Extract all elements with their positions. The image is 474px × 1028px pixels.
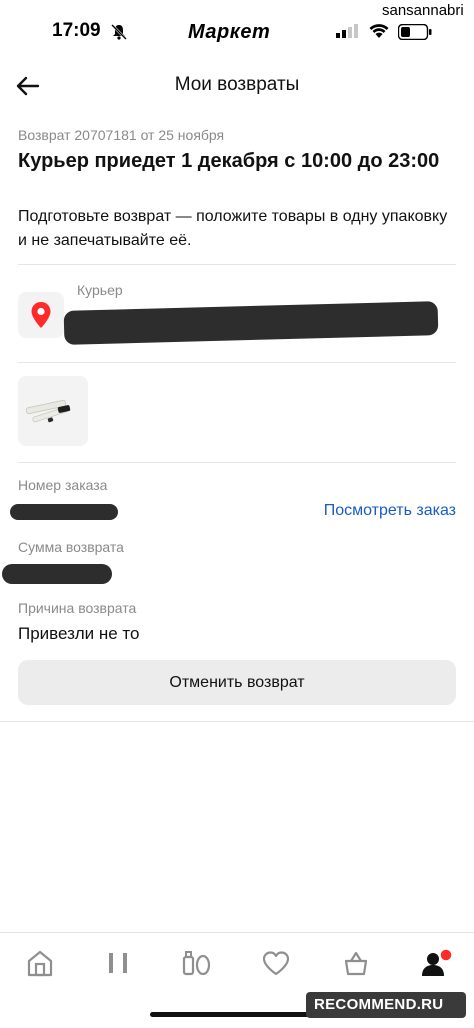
tab-profile[interactable] bbox=[418, 947, 454, 979]
status-bar: sansannabri 17:09 Маркет bbox=[0, 0, 474, 64]
catalog-icon bbox=[109, 953, 127, 973]
courier-block: Курьер bbox=[18, 282, 456, 352]
watermark-username: sansannabri bbox=[382, 2, 464, 19]
return-meta: Возврат 20707181 от 25 ноября bbox=[18, 127, 225, 143]
tab-catalog[interactable] bbox=[100, 947, 136, 979]
cancel-return-button[interactable]: Отменить возврат bbox=[18, 660, 456, 705]
redacted-order-number bbox=[10, 504, 118, 520]
page-title: Мои возвраты bbox=[174, 74, 300, 95]
redacted-courier-info bbox=[63, 301, 439, 345]
heart-icon bbox=[262, 951, 290, 976]
tab-favorites[interactable] bbox=[258, 947, 294, 979]
wifi-icon bbox=[368, 22, 390, 44]
divider bbox=[18, 362, 456, 363]
nav-header: Мои возвраты bbox=[0, 64, 474, 108]
courier-label: Курьер bbox=[77, 282, 123, 298]
location-pin-icon bbox=[30, 301, 52, 334]
cart-icon bbox=[344, 951, 368, 976]
return-instructions: Подготовьте возврат — положите товары в … bbox=[18, 208, 448, 249]
divider bbox=[0, 721, 474, 722]
divider bbox=[18, 462, 456, 463]
home-indicator bbox=[150, 1012, 310, 1017]
products-icon bbox=[182, 951, 211, 976]
divider bbox=[18, 264, 456, 265]
reason-label: Причина возврата bbox=[18, 600, 137, 616]
battery-icon bbox=[397, 23, 432, 45]
order-number-label: Номер заказа bbox=[18, 477, 108, 493]
pin-box bbox=[18, 292, 64, 338]
tab-home[interactable] bbox=[22, 947, 58, 979]
return-headline: Курьер приедет 1 декабря с 10:00 до 23:0… bbox=[18, 150, 440, 172]
view-order-link[interactable]: Посмотреть заказ bbox=[324, 502, 456, 520]
tab-products[interactable] bbox=[178, 947, 214, 979]
redacted-refund-sum bbox=[2, 564, 112, 584]
home-icon bbox=[27, 950, 53, 977]
status-time: 17:09 bbox=[52, 20, 101, 41]
product-thumbnail[interactable] bbox=[18, 376, 88, 446]
signal-icon bbox=[336, 24, 360, 43]
profile-icon bbox=[422, 948, 453, 976]
tab-cart[interactable] bbox=[338, 947, 374, 979]
bell-off-icon bbox=[110, 23, 128, 46]
reason-value: Привезли не то bbox=[18, 624, 140, 643]
refund-sum-label: Сумма возврата bbox=[18, 539, 124, 555]
watermark-badge: RECOMMEND.RU bbox=[306, 992, 466, 1018]
brand-logo: Маркет bbox=[188, 21, 271, 43]
product-image bbox=[25, 399, 71, 423]
